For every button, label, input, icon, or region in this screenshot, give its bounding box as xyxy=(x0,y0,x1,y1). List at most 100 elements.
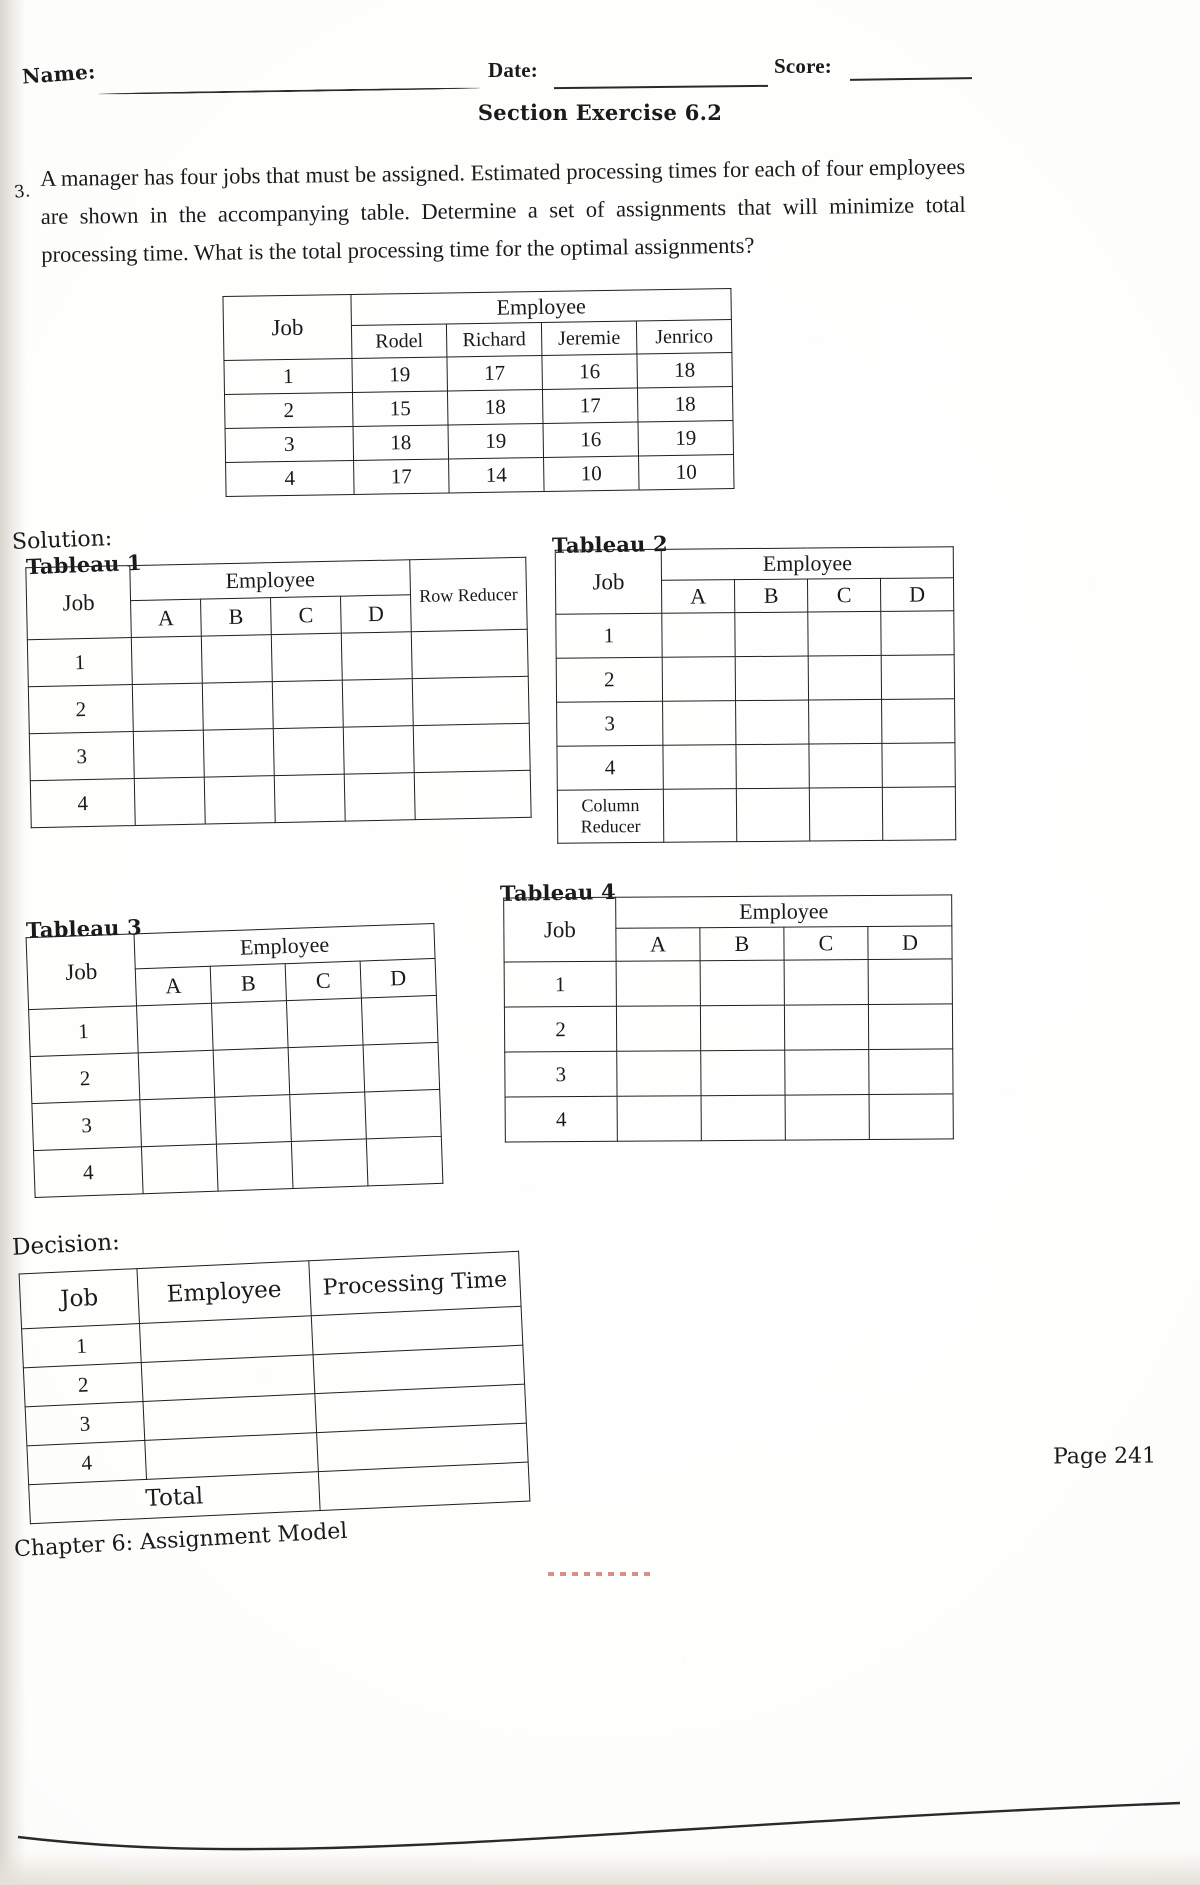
t3-job-id: 2 xyxy=(30,1052,140,1104)
t1-answer-cell[interactable] xyxy=(201,634,273,684)
t4-answer-cell[interactable] xyxy=(869,1093,954,1140)
t3-answer-cell[interactable] xyxy=(211,1000,289,1051)
t2-column-reducer-cell[interactable] xyxy=(736,788,810,842)
t3-answer-cell[interactable] xyxy=(216,1141,294,1192)
score-label: Score: xyxy=(774,54,832,78)
t3-job-id: 3 xyxy=(31,1099,142,1151)
t4-answer-cell[interactable] xyxy=(784,959,869,1006)
t4-answer-cell[interactable] xyxy=(700,1005,785,1051)
t4-answer-cell[interactable] xyxy=(700,960,785,1006)
decision-total-cell[interactable] xyxy=(318,1462,530,1511)
t1-answer-cell[interactable] xyxy=(342,678,414,728)
t1-answer-cell[interactable] xyxy=(272,680,344,729)
t3-answer-cell[interactable] xyxy=(136,1003,214,1053)
t2-answer-cell[interactable] xyxy=(881,742,956,788)
t2-answer-cell[interactable] xyxy=(808,655,882,701)
t2-answer-cell[interactable] xyxy=(808,743,883,789)
t2-answer-cell[interactable] xyxy=(881,698,955,744)
t2-answer-cell[interactable] xyxy=(662,700,736,746)
t4-answer-cell[interactable] xyxy=(616,1005,701,1052)
t3-answer-cell[interactable] xyxy=(291,1138,368,1189)
t3-answer-cell[interactable] xyxy=(366,1136,443,1186)
t4-answer-cell[interactable] xyxy=(616,1050,702,1097)
t4-answer-cell[interactable] xyxy=(868,958,953,1005)
t1-answer-cell[interactable] xyxy=(273,727,345,776)
t2-answer-cell[interactable] xyxy=(662,744,737,790)
t1-answer-cell[interactable] xyxy=(341,631,413,681)
t1-job-id: 1 xyxy=(27,637,133,687)
t2-job-id: 3 xyxy=(556,701,663,747)
t2-answer-cell[interactable] xyxy=(735,700,809,745)
t4-answer-cell[interactable] xyxy=(868,1048,954,1095)
problem-employee-name: Jeremie xyxy=(541,321,637,356)
t3-answer-cell[interactable] xyxy=(289,1091,367,1142)
t1-answer-cell[interactable] xyxy=(134,777,206,826)
t3-answer-cell[interactable] xyxy=(286,998,364,1048)
t2-answer-cell[interactable] xyxy=(662,656,736,702)
t3-answer-cell[interactable] xyxy=(139,1097,217,1147)
t3-answer-cell[interactable] xyxy=(361,995,439,1046)
t2-answer-cell[interactable] xyxy=(880,610,955,656)
t3-answer-cell[interactable] xyxy=(214,1094,292,1145)
t4-answer-cell[interactable] xyxy=(701,1095,786,1141)
name-label: Name: xyxy=(21,59,97,89)
t1-answer-cell[interactable] xyxy=(343,725,415,775)
t4-job-id: 4 xyxy=(505,1096,618,1143)
t2-answer-cell[interactable] xyxy=(881,654,955,700)
t2-answer-cell[interactable] xyxy=(661,612,736,658)
t1-answer-cell[interactable] xyxy=(132,683,204,732)
t4-answer-cell[interactable] xyxy=(617,1095,702,1142)
t3-answer-cell[interactable] xyxy=(288,1045,365,1095)
t1-answer-cell[interactable] xyxy=(204,775,276,825)
t2-col-header: C xyxy=(807,578,881,613)
problem-table: Job Employee Rodel Richard Jeremie Jenri… xyxy=(222,288,735,497)
t2-column-reducer-cell[interactable] xyxy=(809,787,883,842)
t2-answer-cell[interactable] xyxy=(808,699,882,745)
t1-row-reducer-cell[interactable] xyxy=(412,676,530,726)
t3-col-header: D xyxy=(360,958,437,999)
t4-job-id: 1 xyxy=(504,961,617,1008)
t2-answer-cell[interactable] xyxy=(734,612,809,657)
t1-answer-cell[interactable] xyxy=(274,774,346,823)
t3-answer-cell[interactable] xyxy=(363,1042,440,1092)
date-blank-line[interactable] xyxy=(553,84,769,90)
t4-answer-cell[interactable] xyxy=(784,1049,870,1096)
decision-job-id: 1 xyxy=(21,1323,142,1368)
t3-answer-cell[interactable] xyxy=(141,1144,219,1194)
t4-employee-header: Employee xyxy=(615,894,952,929)
t1-row-reducer-cell[interactable] xyxy=(413,723,531,773)
section-title: Section Exercise 6.2 xyxy=(477,100,723,125)
t1-answer-cell[interactable] xyxy=(131,636,203,685)
t1-answer-cell[interactable] xyxy=(202,681,274,731)
t1-row-reducer-cell[interactable] xyxy=(411,629,529,679)
t1-row-reducer-cell[interactable] xyxy=(414,770,532,820)
name-blank-line[interactable] xyxy=(98,87,480,95)
t1-answer-cell[interactable] xyxy=(271,633,343,682)
table-row: 4 17 14 10 10 xyxy=(225,454,735,497)
t3-answer-cell[interactable] xyxy=(364,1089,442,1139)
t4-answer-cell[interactable] xyxy=(616,960,701,1007)
t3-answer-cell[interactable] xyxy=(138,1050,215,1100)
t1-col-header: A xyxy=(130,599,202,638)
t4-answer-cell[interactable] xyxy=(785,1094,870,1141)
t2-answer-cell[interactable] xyxy=(735,744,810,789)
t2-answer-cell[interactable] xyxy=(807,611,882,657)
t3-answer-cell[interactable] xyxy=(213,1047,290,1098)
t2-column-reducer-cell[interactable] xyxy=(882,786,956,841)
problem-job-id: 2 xyxy=(224,392,354,429)
t1-answer-cell[interactable] xyxy=(133,730,205,779)
tableau-3-table: Job Employee A B C D 1 2 3 4 xyxy=(26,923,444,1198)
bottom-edge-mark xyxy=(548,1572,652,1576)
t2-answer-cell[interactable] xyxy=(735,656,809,701)
t2-column-reducer-cell[interactable] xyxy=(663,788,737,843)
t2-column-reducer-header: Column Reducer xyxy=(557,789,664,844)
t1-answer-cell[interactable] xyxy=(203,728,275,778)
t3-col-header: A xyxy=(135,966,212,1006)
t4-answer-cell[interactable] xyxy=(784,1004,869,1051)
t1-answer-cell[interactable] xyxy=(344,772,416,822)
t4-answer-cell[interactable] xyxy=(868,1003,953,1050)
t1-employee-header: Employee xyxy=(129,559,411,601)
table-row: 2 xyxy=(556,654,955,703)
t4-answer-cell[interactable] xyxy=(700,1050,786,1096)
score-blank-line[interactable] xyxy=(849,77,973,81)
